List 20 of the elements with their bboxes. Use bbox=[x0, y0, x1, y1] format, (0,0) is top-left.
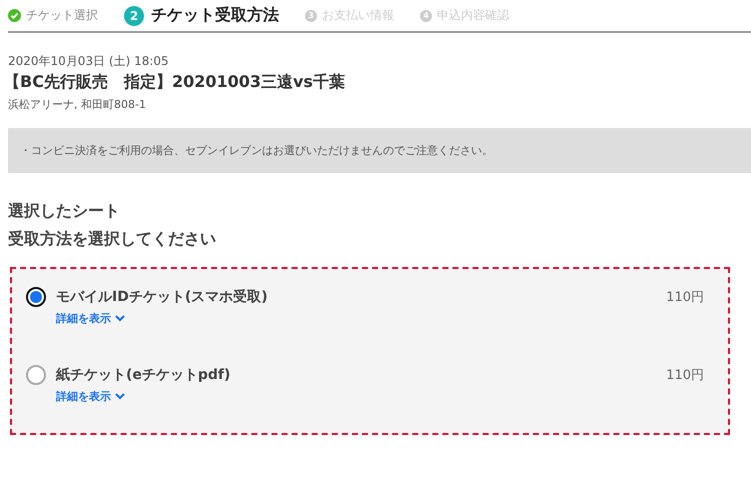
option-label: 紙チケット(eチケットpdf) bbox=[56, 366, 232, 384]
step-number: 2 bbox=[124, 6, 144, 26]
option-price: 110円 bbox=[666, 289, 704, 306]
event-datetime: 2020年10月03日 (土) 18:05 bbox=[8, 53, 170, 70]
notice-banner: ・コンビニ決済をご利用の場合、セブンイレブンはお選びいただけませんのでご注意ください。 bbox=[8, 128, 751, 173]
section-heading: 受取方法を選択してください bbox=[8, 228, 217, 250]
event-title: 【BC先行販売 指定】20201003三遠vs千葉 bbox=[4, 72, 346, 93]
radio-button[interactable] bbox=[26, 365, 46, 385]
option-label: モバイルIDチケット(スマホ受取) bbox=[56, 288, 269, 306]
details-link[interactable]: 詳細を表示 bbox=[56, 311, 125, 326]
chevron-down-icon bbox=[115, 393, 125, 400]
section-heading: 選択したシート bbox=[8, 200, 121, 222]
event-venue: 浜松アリーナ, 和田町808-1 bbox=[8, 97, 147, 112]
check-icon bbox=[8, 9, 21, 22]
radio-button[interactable] bbox=[26, 287, 46, 307]
step-label: チケット受取方法 bbox=[151, 5, 279, 26]
option-price: 110円 bbox=[666, 367, 704, 384]
chevron-down-icon bbox=[115, 315, 125, 322]
details-link[interactable]: 詳細を表示 bbox=[56, 389, 125, 404]
step-label: チケット選択 bbox=[26, 7, 98, 24]
